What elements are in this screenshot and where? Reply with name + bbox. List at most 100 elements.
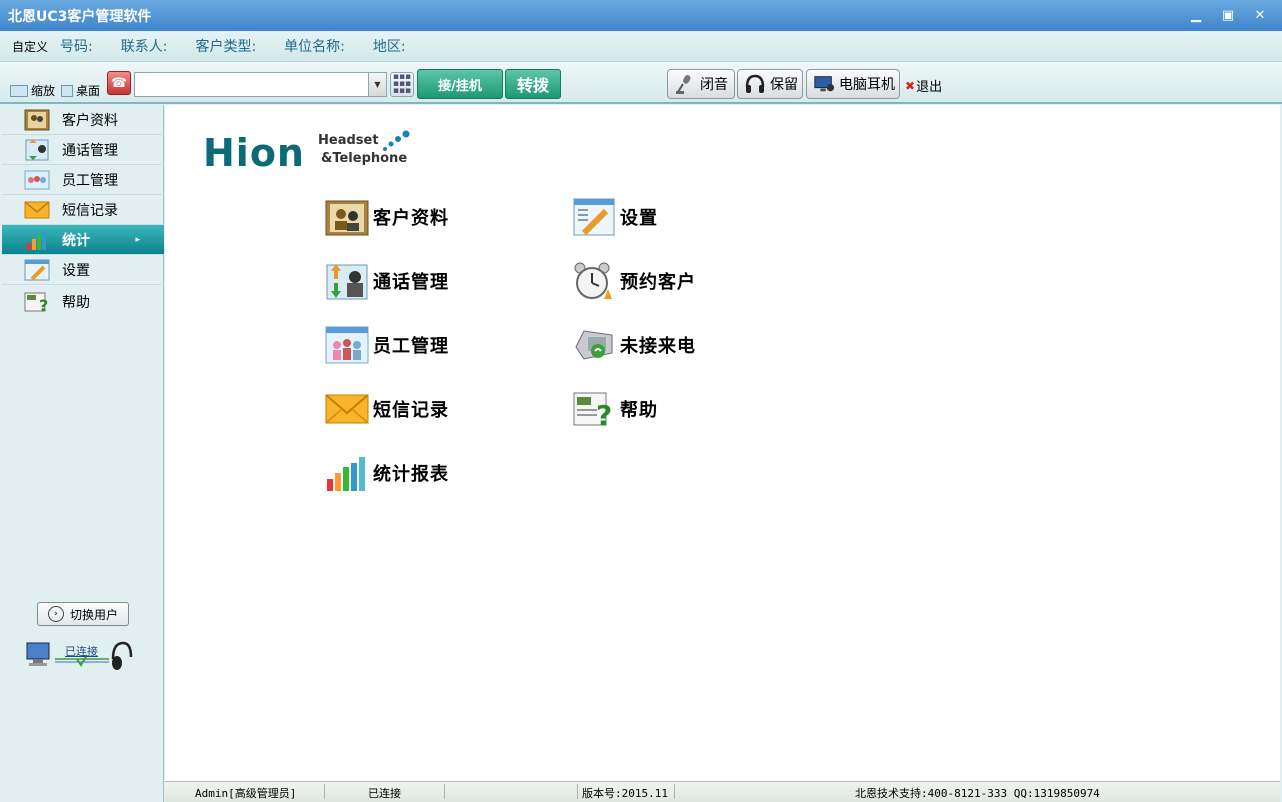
menu-label: 通话管理 <box>373 272 449 293</box>
minimize-button[interactable]: ▁ <box>1182 6 1210 26</box>
menu-missed-calls[interactable]: 未接来电 <box>572 325 696 365</box>
sidebar-item-employee[interactable]: 员工管理 <box>2 165 164 195</box>
headphones-icon <box>744 73 766 95</box>
dial-number-field[interactable]: ▼ <box>134 72 387 97</box>
status-support: 北恩技术支持:400-8121-333 QQ:1319850974 <box>855 787 1100 800</box>
sidebar-item-label: 帮助 <box>62 295 90 311</box>
hold-label: 保留 <box>770 77 798 93</box>
exit-icon: ✖ <box>905 78 916 93</box>
sidebar-item-sms[interactable]: 短信记录 <box>2 195 164 225</box>
menu-customer-info[interactable]: 客户资料 <box>325 197 449 237</box>
desktop-toggle[interactable]: 桌面 <box>61 82 100 99</box>
customer-info-icon <box>24 109 50 131</box>
connection-label: 已连接 <box>65 645 98 658</box>
filter-phone-label[interactable]: 号码: <box>60 36 93 56</box>
menu-settings[interactable]: 设置 <box>572 197 658 237</box>
sidebar-item-customer-info[interactable]: 客户资料 <box>2 105 164 135</box>
filter-region-label[interactable]: 地区: <box>373 36 406 56</box>
exit-label: 退出 <box>916 80 943 95</box>
settings-icon <box>24 259 50 281</box>
answer-hangup-button[interactable]: 接/挂机 <box>417 69 503 99</box>
help-icon: ? <box>573 392 613 429</box>
custom-button[interactable]: 自定义 <box>12 38 48 55</box>
pc-headset-label: 电脑耳机 <box>839 77 895 93</box>
menu-label: 帮助 <box>620 400 658 421</box>
missed-call-phone-icon <box>575 330 613 360</box>
phone-icon[interactable]: ☎ <box>107 71 131 95</box>
status-bar: Admin[高级管理员] 已连接 版本号:2015.11 北恩技术支持:400-… <box>165 781 1280 802</box>
employee-icon <box>24 170 50 190</box>
chevron-right-icon: › <box>47 606 64 622</box>
menu-stats-report[interactable]: 统计报表 <box>325 453 449 493</box>
logo-dots-icon <box>383 130 410 151</box>
dropdown-arrow-icon[interactable]: ▼ <box>368 73 386 96</box>
menu-call-manage[interactable]: 通话管理 <box>325 261 449 301</box>
connection-status: 已连接 <box>25 637 137 673</box>
settings-icon <box>573 198 615 236</box>
sidebar-item-call-manage[interactable]: 通话管理 <box>2 135 164 165</box>
sidebar-item-label: 短信记录 <box>62 202 118 219</box>
menu-label: 客户资料 <box>373 208 449 229</box>
maximize-button[interactable]: ▣ <box>1214 6 1242 26</box>
mute-button[interactable]: 闭音 <box>667 69 735 99</box>
desktop-icon <box>61 84 73 97</box>
mute-label: 闭音 <box>700 77 728 93</box>
menu-label: 员工管理 <box>373 336 449 357</box>
menu-sms[interactable]: 短信记录 <box>325 389 449 429</box>
menu-label: 统计报表 <box>373 464 449 485</box>
menu-label: 短信记录 <box>373 400 449 421</box>
sidebar-item-stats[interactable]: 统计 ▸ <box>2 225 164 255</box>
main-panel: Hion Headset &Telephone 客户资料 通话管理 员工管理 短… <box>165 105 1280 781</box>
keypad-icon[interactable]: ▪▪▪ ▪▪▪ ▪▪▪ <box>390 72 414 97</box>
logo-brand: Hion <box>203 131 305 175</box>
sidebar-item-settings[interactable]: 设置 <box>2 255 164 285</box>
sidebar-item-label: 设置 <box>62 262 90 279</box>
sidebar-item-help[interactable]: ? 帮助 <box>2 287 164 317</box>
pc-headset-button[interactable]: 电脑耳机 <box>806 69 900 99</box>
svg-text:?: ? <box>596 399 613 429</box>
sms-icon <box>325 394 369 424</box>
menu-employee[interactable]: 员工管理 <box>325 325 449 365</box>
hold-button[interactable]: 保留 <box>737 69 803 99</box>
help-icon: ? <box>24 292 48 313</box>
brand-logo: Hion Headset &Telephone <box>203 127 413 182</box>
menu-label: 未接来电 <box>620 336 696 357</box>
title-bar: 北恩UC3客户管理软件 ▁ ▣ ✕ <box>0 0 1282 31</box>
menu-help[interactable]: ? 帮助 <box>572 389 658 429</box>
call-manage-icon <box>25 139 49 161</box>
stats-icon <box>27 231 46 250</box>
exit-button[interactable]: ✖ 退出 <box>905 76 943 96</box>
status-version: 版本号:2015.11 <box>582 787 668 800</box>
employee-icon <box>325 326 369 364</box>
customer-info-icon <box>325 200 369 236</box>
alarm-clock-icon <box>574 262 612 299</box>
menu-appointment[interactable]: 预约客户 <box>572 261 696 301</box>
zoom-label: 缩放 <box>31 84 56 98</box>
svg-text:?: ? <box>39 296 48 313</box>
logo-line2: &Telephone <box>321 151 408 166</box>
status-connection: 已连接 <box>368 787 401 800</box>
sidebar-item-label: 员工管理 <box>62 172 118 189</box>
sidebar: 客户资料 通话管理 员工管理 短信记录 统计 ▸ 设置 ? 帮助 › 切换用户 <box>0 105 164 802</box>
dial-number-input[interactable] <box>135 73 367 96</box>
pc-headset-icon <box>813 73 835 95</box>
filter-company-label[interactable]: 单位名称: <box>284 36 345 56</box>
filter-contact-label[interactable]: 联系人: <box>121 36 168 56</box>
filter-bar: 自定义 号码: 联系人: 客户类型: 单位名称: 地区: <box>0 31 1282 62</box>
menu-label: 设置 <box>620 208 658 229</box>
logo-line1: Headset <box>318 133 379 148</box>
switch-user-label: 切换用户 <box>69 607 118 622</box>
transfer-button[interactable]: 转拨 <box>505 69 561 99</box>
stats-icon <box>327 457 365 491</box>
filter-customer-type-label[interactable]: 客户类型: <box>195 36 256 56</box>
window-title: 北恩UC3客户管理软件 <box>8 8 152 25</box>
sidebar-item-label: 客户资料 <box>62 112 118 129</box>
microphone-icon <box>674 73 696 95</box>
status-user: Admin[高级管理员] <box>195 787 297 800</box>
sidebar-item-label: 通话管理 <box>62 142 118 159</box>
menu-label: 预约客户 <box>620 272 696 293</box>
switch-user-button[interactable]: › 切换用户 <box>37 602 129 626</box>
close-button[interactable]: ✕ <box>1246 6 1274 26</box>
sms-icon <box>24 201 50 219</box>
zoom-toggle[interactable]: 缩放 <box>10 82 55 99</box>
